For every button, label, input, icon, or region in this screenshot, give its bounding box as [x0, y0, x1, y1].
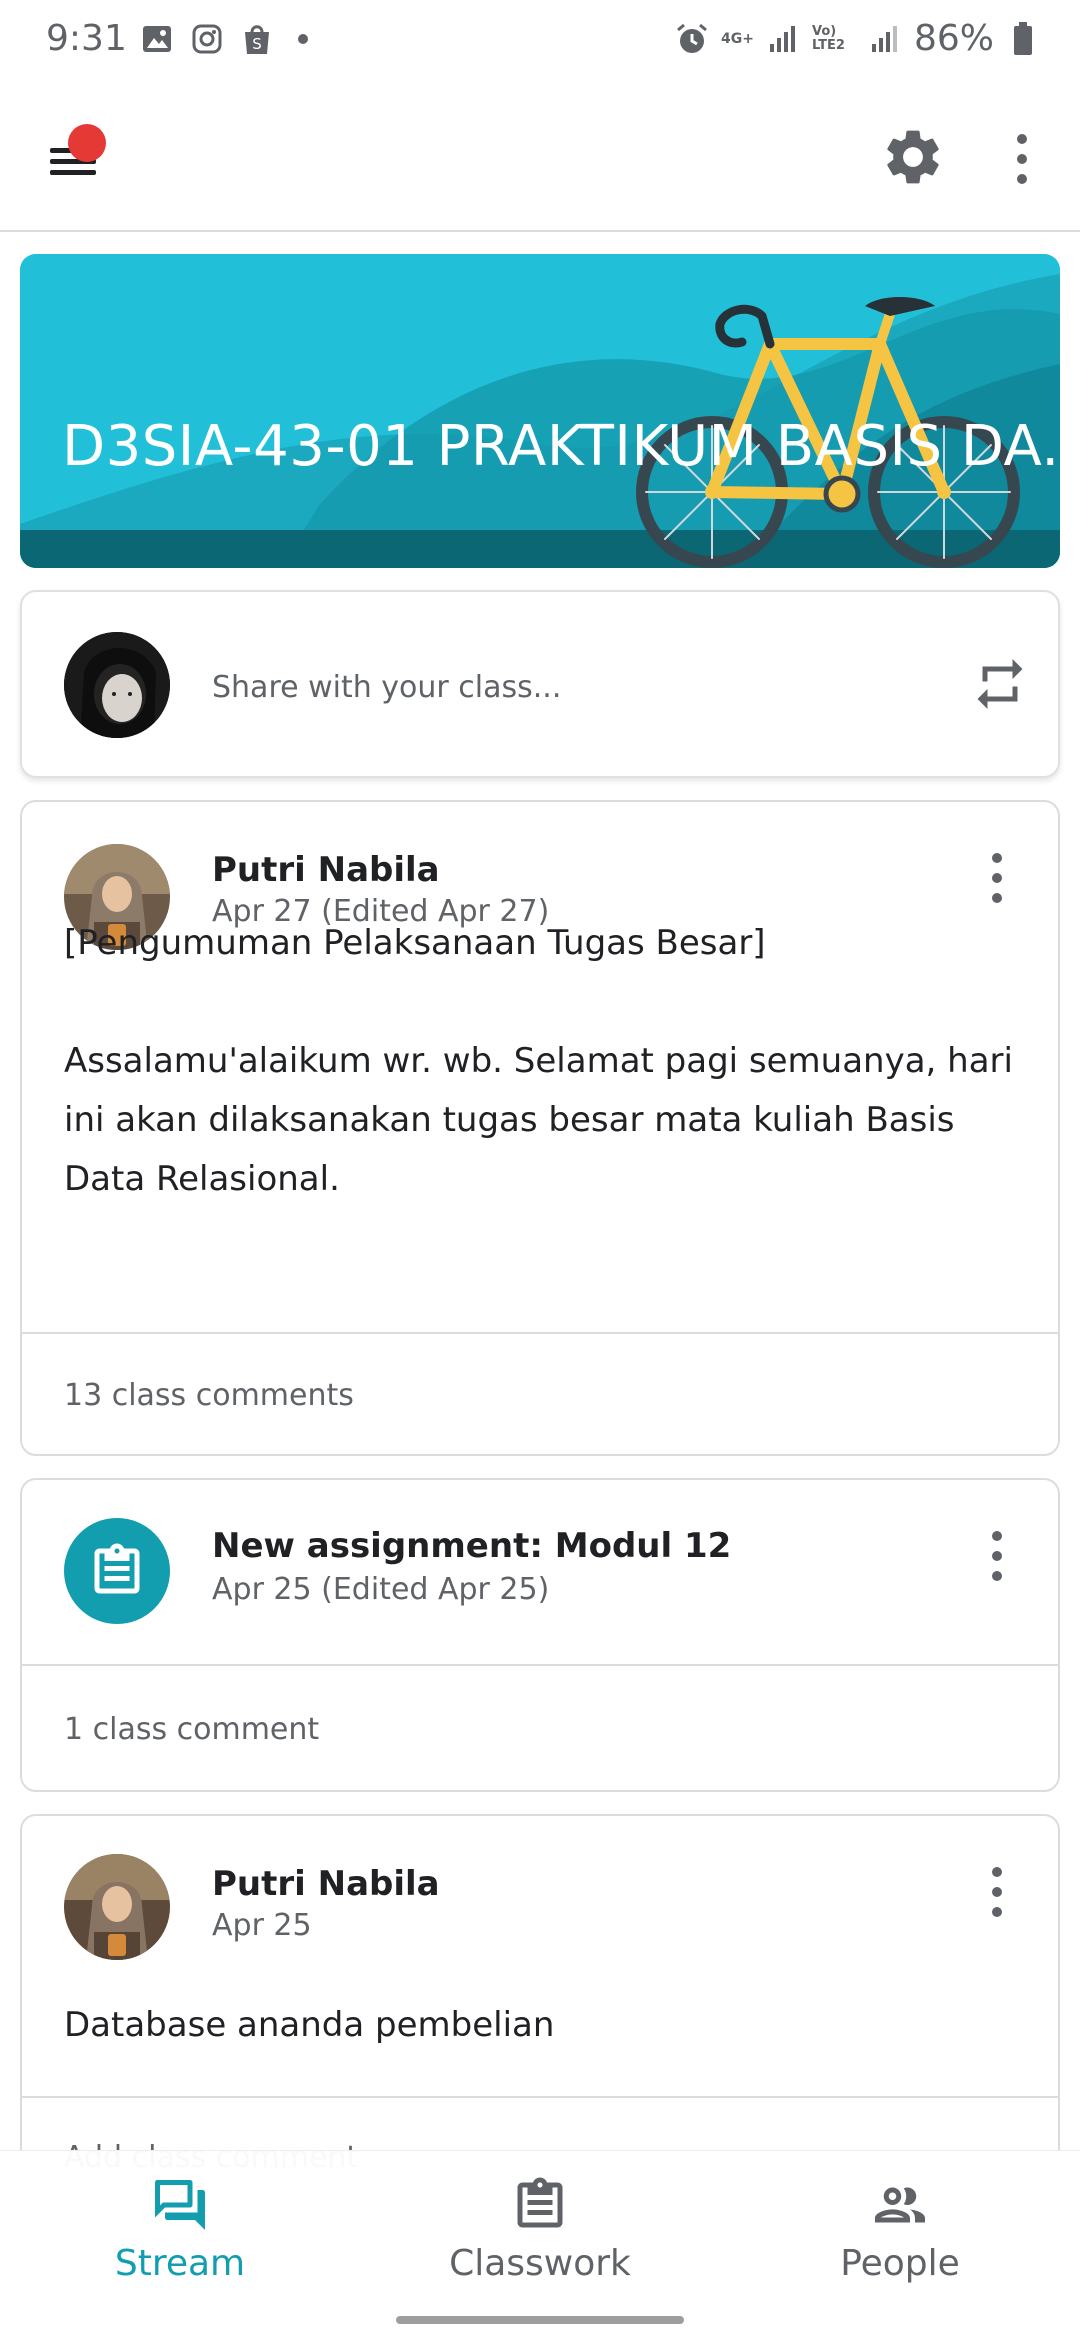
post-date: Apr 25 (Edited Apr 25)	[212, 1572, 550, 1607]
repost-icon[interactable]	[970, 654, 1030, 714]
share-input[interactable]: Share with your class...	[212, 670, 561, 705]
battery-percent: 86%	[913, 18, 994, 59]
announcement-card[interactable]: Putri Nabila Apr 27 (Edited Apr 27) [Pen…	[20, 800, 1060, 1456]
post-text: Assalamu'alaikum wr. wb. Selamat pagi se…	[64, 1041, 1013, 1199]
home-indicator[interactable]	[396, 2316, 684, 2324]
alarm-icon	[675, 22, 709, 56]
divider	[22, 1664, 1058, 1666]
assignment-card[interactable]: New assignment: Modul 12 Apr 25 (Edited …	[20, 1478, 1060, 1792]
instagram-icon	[190, 22, 224, 56]
nav-label: Classwork	[449, 2243, 631, 2284]
class-banner[interactable]: D3SIA-43-01 PRAKTIKUM BASIS DA...	[20, 254, 1060, 568]
post-body: Database ananda pembelian	[64, 1996, 1016, 2055]
author-avatar	[64, 1854, 170, 1960]
gear-icon	[887, 130, 939, 184]
classwork-icon	[517, 2177, 563, 2228]
divider	[22, 2096, 1058, 2098]
people-icon	[875, 2187, 925, 2223]
menu-button[interactable]	[40, 124, 110, 194]
share-box[interactable]: Share with your class...	[20, 590, 1060, 778]
post-body: [Pengumuman Pelaksanaan Tugas Besar] Ass…	[64, 914, 1016, 1209]
nav-people[interactable]: People	[750, 2175, 1050, 2284]
author-name: Putri Nabila	[212, 850, 440, 890]
battery-icon	[1006, 21, 1040, 56]
banner-illustration	[20, 254, 1060, 568]
signal-2-icon	[868, 22, 902, 56]
hamburger-line	[50, 170, 96, 175]
post-heading: [Pengumuman Pelaksanaan Tugas Besar]	[64, 923, 766, 963]
assignment-icon	[64, 1518, 170, 1624]
notification-icons: S	[140, 22, 308, 56]
bottom-navigation: Stream Classwork People	[0, 2150, 1080, 2340]
nav-label: People	[840, 2243, 960, 2284]
post-spacer	[64, 973, 1016, 1032]
nav-classwork[interactable]: Classwork	[390, 2175, 690, 2284]
user-avatar	[64, 632, 170, 738]
assignment-title: New assignment: Modul 12	[212, 1526, 732, 1566]
nav-stream[interactable]: Stream	[30, 2175, 330, 2284]
class-title: D3SIA-43-01 PRAKTIKUM BASIS DA...	[62, 414, 1060, 479]
post-text: Database ananda pembelian	[64, 2005, 555, 2045]
gallery-icon	[140, 22, 174, 56]
app-bar	[0, 84, 1080, 232]
signal-icon	[766, 22, 800, 56]
network-4g-label: 4G+	[721, 30, 754, 47]
status-time: 9:31	[46, 18, 127, 59]
class-comments-link[interactable]: 13 class comments	[64, 1378, 354, 1413]
nav-label: Stream	[114, 2243, 246, 2284]
system-icons: 4G+ Vo) LTE2 86%	[675, 18, 1040, 59]
more-vertical-icon	[1017, 134, 1027, 184]
class-comments-link[interactable]: 1 class comment	[64, 1712, 319, 1747]
svg-text:S: S	[252, 35, 262, 53]
settings-button[interactable]	[880, 124, 946, 190]
shopee-icon: S	[240, 22, 274, 56]
post-date: Apr 25	[212, 1908, 312, 1943]
status-bar: 9:31 S 4G+ Vo) LTE2 86%	[0, 0, 1080, 84]
more-vertical-icon[interactable]	[982, 1526, 1012, 1586]
more-notifications-dot	[298, 34, 308, 44]
notification-badge	[68, 124, 106, 162]
more-vertical-icon[interactable]	[982, 1862, 1012, 1922]
stream-icon	[155, 2180, 205, 2230]
author-name: Putri Nabila	[212, 1864, 440, 1904]
network-lte-label: Vo) LTE2	[811, 23, 845, 53]
divider	[22, 1332, 1058, 1334]
more-vertical-icon[interactable]	[982, 848, 1012, 908]
more-options-button[interactable]	[1000, 126, 1044, 192]
